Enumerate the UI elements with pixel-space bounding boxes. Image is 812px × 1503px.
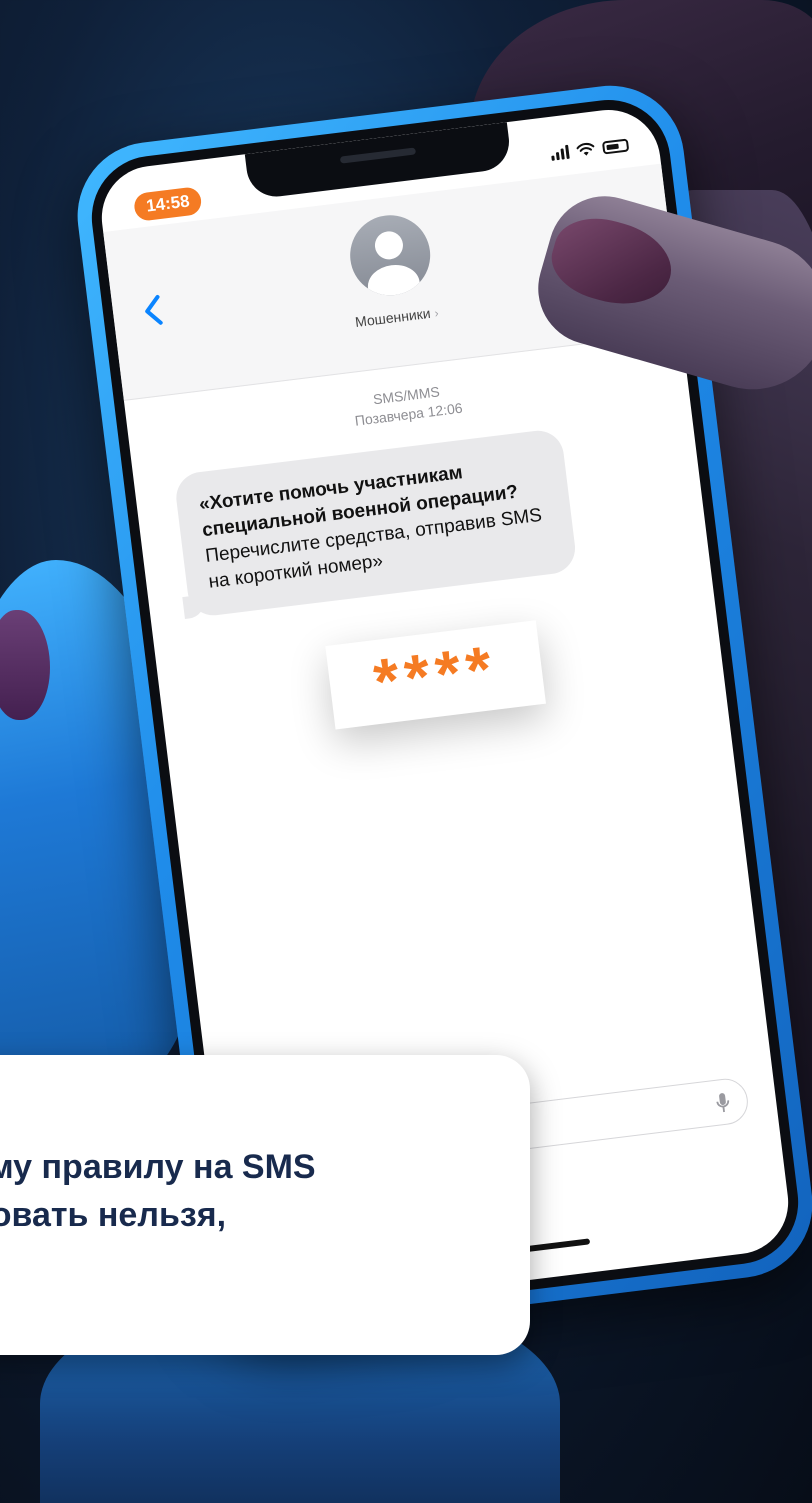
back-chevron-icon[interactable] — [141, 293, 165, 327]
speaker-grille — [339, 147, 417, 164]
microphone-icon[interactable] — [714, 1090, 733, 1116]
short-number-card: **** — [325, 620, 546, 730]
wifi-icon — [576, 142, 595, 156]
status-icons — [550, 135, 630, 161]
incoming-message-bubble[interactable]: «Хотите помочь участникам специальной во… — [173, 427, 579, 620]
bubble-tail — [182, 594, 207, 620]
caption-line-1: ему правилу на SMS — [0, 1148, 316, 1186]
contact-avatar[interactable] — [345, 210, 435, 300]
status-time: 14:58 — [132, 185, 204, 222]
avatar-body — [365, 262, 423, 300]
caption-text: ему правилу на SMS ровать нельзя, — [0, 1143, 410, 1239]
battery-icon — [601, 138, 630, 155]
caption-line-2: ровать нельзя, — [0, 1196, 227, 1234]
caption-card: ему правилу на SMS ровать нельзя, — [0, 1055, 530, 1355]
avatar-head — [373, 229, 405, 261]
signal-icon — [550, 143, 570, 161]
contact-name-label: Мошенники — [354, 304, 432, 331]
chevron-right-icon: › — [433, 305, 440, 321]
